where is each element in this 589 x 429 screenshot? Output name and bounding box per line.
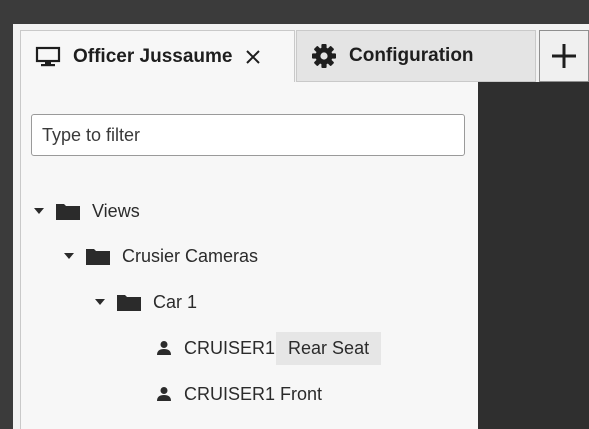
tree-node-camera-rear-seat[interactable]: CRUISER1 Rear Seat — [156, 331, 382, 365]
chevron-down-icon[interactable] — [95, 299, 105, 305]
video-pane — [478, 82, 589, 429]
tree-node-label: Car 1 — [153, 291, 198, 312]
window-left-edge — [0, 24, 13, 429]
chevron-down-icon[interactable] — [64, 253, 74, 259]
plus-icon — [550, 42, 578, 70]
chevron-down-icon[interactable] — [34, 208, 44, 214]
folder-icon — [117, 293, 141, 311]
tree-node-label: Crusier Cameras — [122, 245, 259, 266]
tab-officer-jussaume[interactable]: Officer Jussaume — [20, 30, 295, 82]
close-icon[interactable] — [244, 48, 262, 66]
tree-node-car-1[interactable]: Car 1 — [95, 285, 197, 319]
tab-configuration[interactable]: Configuration — [296, 30, 536, 82]
gear-icon — [311, 43, 337, 69]
window-top-bar — [0, 0, 589, 24]
tree-node-label-suffix: Rear Seat — [276, 331, 382, 365]
tree-node-crusier-cameras[interactable]: Crusier Cameras — [64, 239, 258, 273]
person-icon — [156, 386, 172, 402]
tree-node-camera-front[interactable]: CRUISER1 Front — [156, 377, 322, 411]
person-icon — [156, 340, 172, 356]
add-tab-button[interactable] — [539, 30, 589, 82]
monitor-icon — [35, 45, 61, 69]
folder-icon — [56, 202, 80, 220]
filter-input[interactable] — [31, 114, 465, 156]
tree-node-label: CRUISER1 — [184, 337, 276, 358]
tab-label: Officer Jussaume — [73, 45, 233, 67]
tree-node-label: Views — [92, 200, 140, 221]
tree-node-views[interactable]: Views — [34, 194, 140, 228]
tree-node-label: CRUISER1 Front — [184, 383, 323, 404]
folder-icon — [86, 247, 110, 265]
tab-label: Configuration — [349, 45, 474, 66]
